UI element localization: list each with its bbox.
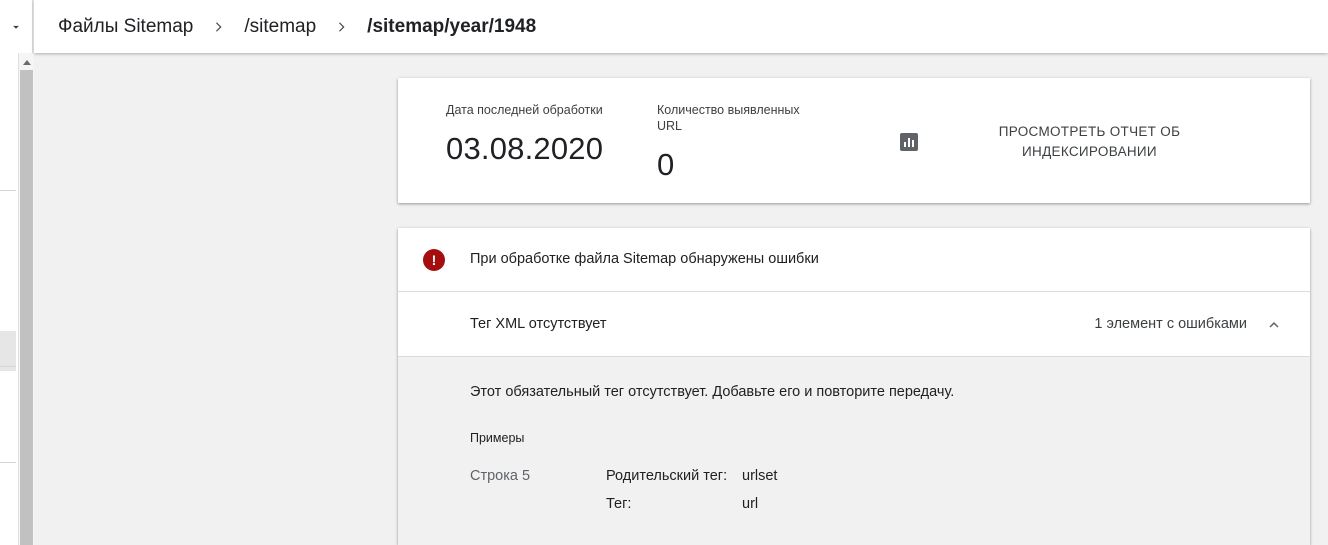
arrow-drop-down-icon	[13, 25, 19, 29]
property-dropdown-button[interactable]	[0, 0, 33, 53]
sidebar-divider	[0, 366, 16, 367]
sidebar-divider	[0, 190, 16, 191]
issue-description: Этот обязательный тег отсутствует. Добав…	[470, 384, 955, 400]
last-processed-label: Дата последней обработки	[446, 103, 603, 117]
errors-title: При обработке файла Sitemap обнаружены о…	[470, 251, 819, 267]
scroll-up-arrow-icon[interactable]	[19, 55, 34, 69]
errors-header: ! При обработке файла Sitemap обнаружены…	[398, 228, 1310, 292]
sidebar-selected-item[interactable]	[0, 331, 16, 371]
issue-count: 1 элемент с ошибками	[1094, 316, 1247, 332]
breadcrumb: Файлы Sitemap /sitemap /sitemap/year/194…	[34, 0, 1328, 53]
bar-chart-icon	[900, 133, 918, 151]
last-processed-value: 03.08.2020	[446, 131, 604, 166]
sidebar-divider	[0, 462, 16, 463]
sidebar-scrollbar[interactable]	[18, 53, 34, 545]
breadcrumb-item-sitemap[interactable]: /sitemap	[244, 16, 316, 38]
issue-name: Тег XML отсутствует	[470, 316, 607, 332]
example-line-number: Строка 5	[470, 468, 531, 484]
sitemap-summary-card: Дата последней обработки 03.08.2020 Коли…	[398, 78, 1310, 203]
scroll-thumb[interactable]	[20, 70, 33, 545]
error-icon: !	[423, 249, 445, 271]
discovered-urls-value: 0	[657, 147, 675, 182]
chevron-right-icon	[216, 21, 222, 32]
parent-tag-value: urlset	[742, 468, 778, 484]
chevron-right-icon	[339, 21, 345, 32]
examples-label: Примеры	[470, 431, 525, 445]
discovered-urls-label: Количество выявленных URL	[657, 103, 800, 133]
tag-label: Тег:	[606, 496, 632, 512]
parent-tag-label: Родительский тег:	[606, 468, 728, 484]
breadcrumb-current: /sitemap/year/1948	[367, 15, 537, 37]
discovered-urls-stat: Количество выявленных URL 0	[657, 102, 827, 183]
sidebar	[0, 53, 18, 545]
view-index-report-label: ПРОСМОТРЕТЬ ОТЧЕТ ОБ ИНДЕКСИРОВАНИИ	[998, 124, 1181, 159]
issue-row-missing-xml-tag[interactable]: Тег XML отсутствует 1 элемент с ошибками	[398, 292, 1310, 357]
last-processed-stat: Дата последней обработки 03.08.2020	[446, 102, 616, 167]
tag-value: url	[742, 496, 759, 512]
issue-details-panel: Этот обязательный тег отсутствует. Добав…	[398, 357, 1310, 545]
view-index-report-button[interactable]: ПРОСМОТРЕТЬ ОТЧЕТ ОБ ИНДЕКСИРОВАНИИ	[900, 122, 1180, 162]
breadcrumb-item-sitemaps[interactable]: Файлы Sitemap	[58, 16, 193, 38]
sitemap-errors-card: ! При обработке файла Sitemap обнаружены…	[398, 228, 1310, 545]
chevron-up-icon[interactable]	[1265, 316, 1283, 334]
